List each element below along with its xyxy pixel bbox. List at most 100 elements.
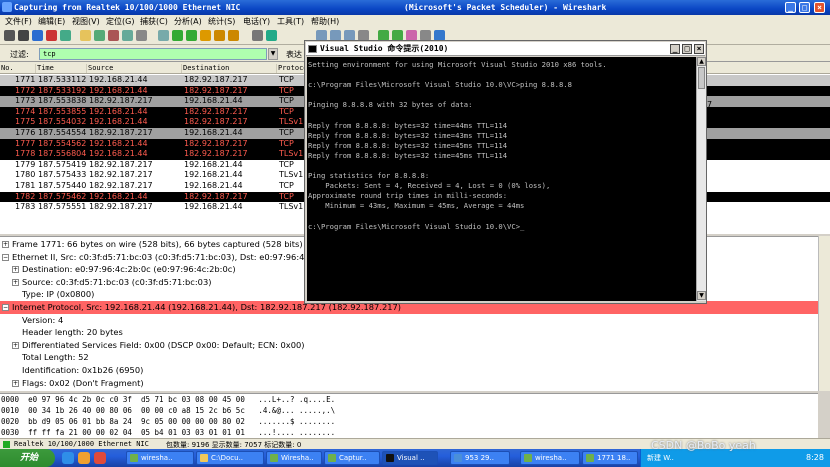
detail-row[interactable]: Version: 4 — [12, 314, 63, 327]
start-button[interactable]: 开始 — [0, 449, 55, 467]
expression-button[interactable]: 表达 — [286, 49, 302, 60]
cmd-maximize-button[interactable]: □ — [682, 44, 692, 54]
packet-source: 192.168.21.44 — [89, 106, 148, 116]
menu-tools[interactable]: 工具(T) — [277, 16, 304, 27]
packet-protocol: TCP — [279, 138, 294, 148]
packet-no: 1771 — [15, 75, 36, 84]
colorize-icon[interactable] — [252, 30, 263, 41]
minimize-button[interactable]: _ — [785, 2, 796, 13]
collapse-icon[interactable]: − — [2, 304, 9, 311]
first-packet-icon[interactable] — [214, 30, 225, 41]
open-file-icon[interactable] — [80, 30, 91, 41]
interfaces-icon[interactable] — [4, 30, 15, 41]
packet-no: 1781 — [15, 181, 36, 190]
window-title-bar[interactable]: Capturing from Realtek 10/100/1000 Ether… — [0, 0, 830, 15]
display-filter-input[interactable]: tcp — [39, 48, 267, 60]
menu-help[interactable]: 帮助(H) — [311, 16, 339, 27]
close-file-icon[interactable] — [108, 30, 119, 41]
cmd-title-bar[interactable]: Visual Studio 命令提示(2010) _ □ × — [306, 42, 705, 56]
expand-icon[interactable]: + — [12, 278, 19, 286]
console-line: Reply from 8.8.8.8: bytes=32 time=45ms T… — [308, 140, 508, 150]
back-icon[interactable] — [172, 30, 183, 41]
packet-list-partial-column: 7 — [707, 100, 713, 109]
quicklaunch-ie-icon[interactable] — [62, 452, 74, 464]
menu-go[interactable]: 定位(G) — [106, 16, 134, 27]
autoscroll-icon[interactable] — [266, 30, 277, 41]
menu-capture[interactable]: 捕获(C) — [140, 16, 168, 27]
expand-icon[interactable]: + — [12, 266, 19, 274]
detail-row[interactable]: + Destination: e0:97:96:4c:2b:0c (e0:97:9… — [12, 263, 236, 276]
expand-icon[interactable]: + — [12, 379, 19, 387]
packet-source: 192.168.21.44 — [89, 138, 148, 148]
menu-file[interactable]: 文件(F) — [5, 16, 32, 27]
task-1771[interactable]: 1771 18.. — [582, 451, 638, 465]
stop-capture-icon[interactable] — [46, 30, 57, 41]
menu-telephony[interactable]: 电话(Y) — [243, 16, 270, 27]
find-icon[interactable] — [158, 30, 169, 41]
packet-destination: 192.168.21.44 — [184, 159, 243, 169]
detail-row[interactable]: − Ethernet II, Src: c0:3f:d5:71:bc:03 (c0… — [2, 251, 309, 264]
filter-dropdown-icon[interactable]: ▼ — [268, 48, 278, 60]
col-destination[interactable]: Destination — [183, 64, 277, 73]
task-953[interactable]: 953 29.. — [450, 451, 510, 465]
detail-row[interactable]: + Differentiated Services Field: 0x00 (DS… — [12, 339, 305, 352]
packet-source: 182.92.187.217 — [89, 202, 153, 212]
last-packet-icon[interactable] — [228, 30, 239, 41]
quicklaunch-chrome-icon[interactable] — [94, 452, 106, 464]
packet-source: 192.168.21.44 — [89, 191, 148, 201]
detail-row[interactable]: Header length: 20 bytes — [12, 326, 123, 339]
status-nic: Realtek 10/100/1000 Ethernet NIC — [14, 440, 149, 448]
task-wireshark-3[interactable]: wiresha.. — [520, 451, 580, 465]
expand-icon[interactable]: + — [2, 241, 9, 248]
cmd-console-output[interactable]: Setting environment for using Microsoft … — [307, 57, 696, 301]
task-capturing[interactable]: Captur.. — [324, 451, 380, 465]
quicklaunch-media-icon[interactable] — [78, 452, 90, 464]
col-no[interactable]: No. — [1, 64, 36, 73]
col-time[interactable]: Time — [37, 64, 87, 73]
print-icon[interactable] — [136, 30, 147, 41]
detail-row[interactable]: + Flags: 0x02 (Don't Fragment) — [12, 377, 144, 390]
reload-icon[interactable] — [122, 30, 133, 41]
close-button[interactable]: × — [814, 2, 825, 13]
task-app-icon — [130, 454, 138, 462]
scroll-thumb[interactable] — [698, 67, 705, 89]
menu-edit[interactable]: 编辑(E) — [38, 16, 65, 27]
detail-row[interactable]: Total Length: 52 — [12, 351, 89, 364]
detail-row[interactable]: Identification: 0x1b26 (6950) — [12, 364, 143, 377]
console-line: c:\Program Files\Microsoft Visual Studio… — [308, 80, 572, 90]
save-file-icon[interactable] — [94, 30, 105, 41]
task-documents[interactable]: C:\Docu.. — [196, 451, 264, 465]
detail-row[interactable]: Type: IP (0x0800) — [12, 288, 94, 301]
menu-view[interactable]: 视图(V) — [72, 16, 100, 27]
detail-row[interactable]: + Source: c0:3f:d5:71:bc:03 (c0:3f:d5:71:… — [12, 276, 211, 289]
menu-statistics[interactable]: 统计(S) — [208, 16, 235, 27]
collapse-icon[interactable]: − — [2, 253, 9, 261]
packet-no: 1773 — [15, 96, 36, 106]
cmd-close-button[interactable]: × — [694, 44, 704, 54]
tray-new-label[interactable]: 新建 W.. — [647, 453, 674, 463]
scroll-up-icon[interactable]: ▲ — [697, 57, 706, 66]
maximize-button[interactable]: □ — [799, 2, 810, 13]
packet-list-scrollbar[interactable] — [818, 236, 830, 391]
cmd-scrollbar[interactable]: ▲ ▼ — [696, 57, 706, 301]
col-source[interactable]: Source — [88, 64, 182, 73]
options-icon[interactable] — [18, 30, 29, 41]
packet-no: 1783 — [15, 202, 36, 212]
goto-icon[interactable] — [200, 30, 211, 41]
detail-row[interactable]: + Frame 1771: 66 bytes on wire (528 bits)… — [2, 238, 303, 251]
task-visual-studio[interactable]: Visual .. — [382, 451, 438, 465]
scroll-down-icon[interactable]: ▼ — [697, 291, 706, 300]
packet-protocol: TCP — [279, 85, 294, 95]
forward-icon[interactable] — [186, 30, 197, 41]
menu-analyze[interactable]: 分析(A) — [174, 16, 202, 27]
restart-capture-icon[interactable] — [60, 30, 71, 41]
start-capture-icon[interactable] — [32, 30, 43, 41]
detail-text: Differentiated Services Field: 0x00 (DSC… — [22, 339, 305, 350]
task-wireshark-2[interactable]: Wiresha.. — [266, 451, 322, 465]
cmd-window[interactable]: Visual Studio 命令提示(2010) _ □ × Setting e… — [304, 40, 707, 304]
cmd-minimize-button[interactable]: _ — [670, 44, 680, 54]
expand-icon[interactable]: + — [12, 341, 19, 349]
task-wireshark-1[interactable]: wiresha.. — [126, 451, 194, 465]
task-label: wiresha.. — [535, 454, 567, 462]
